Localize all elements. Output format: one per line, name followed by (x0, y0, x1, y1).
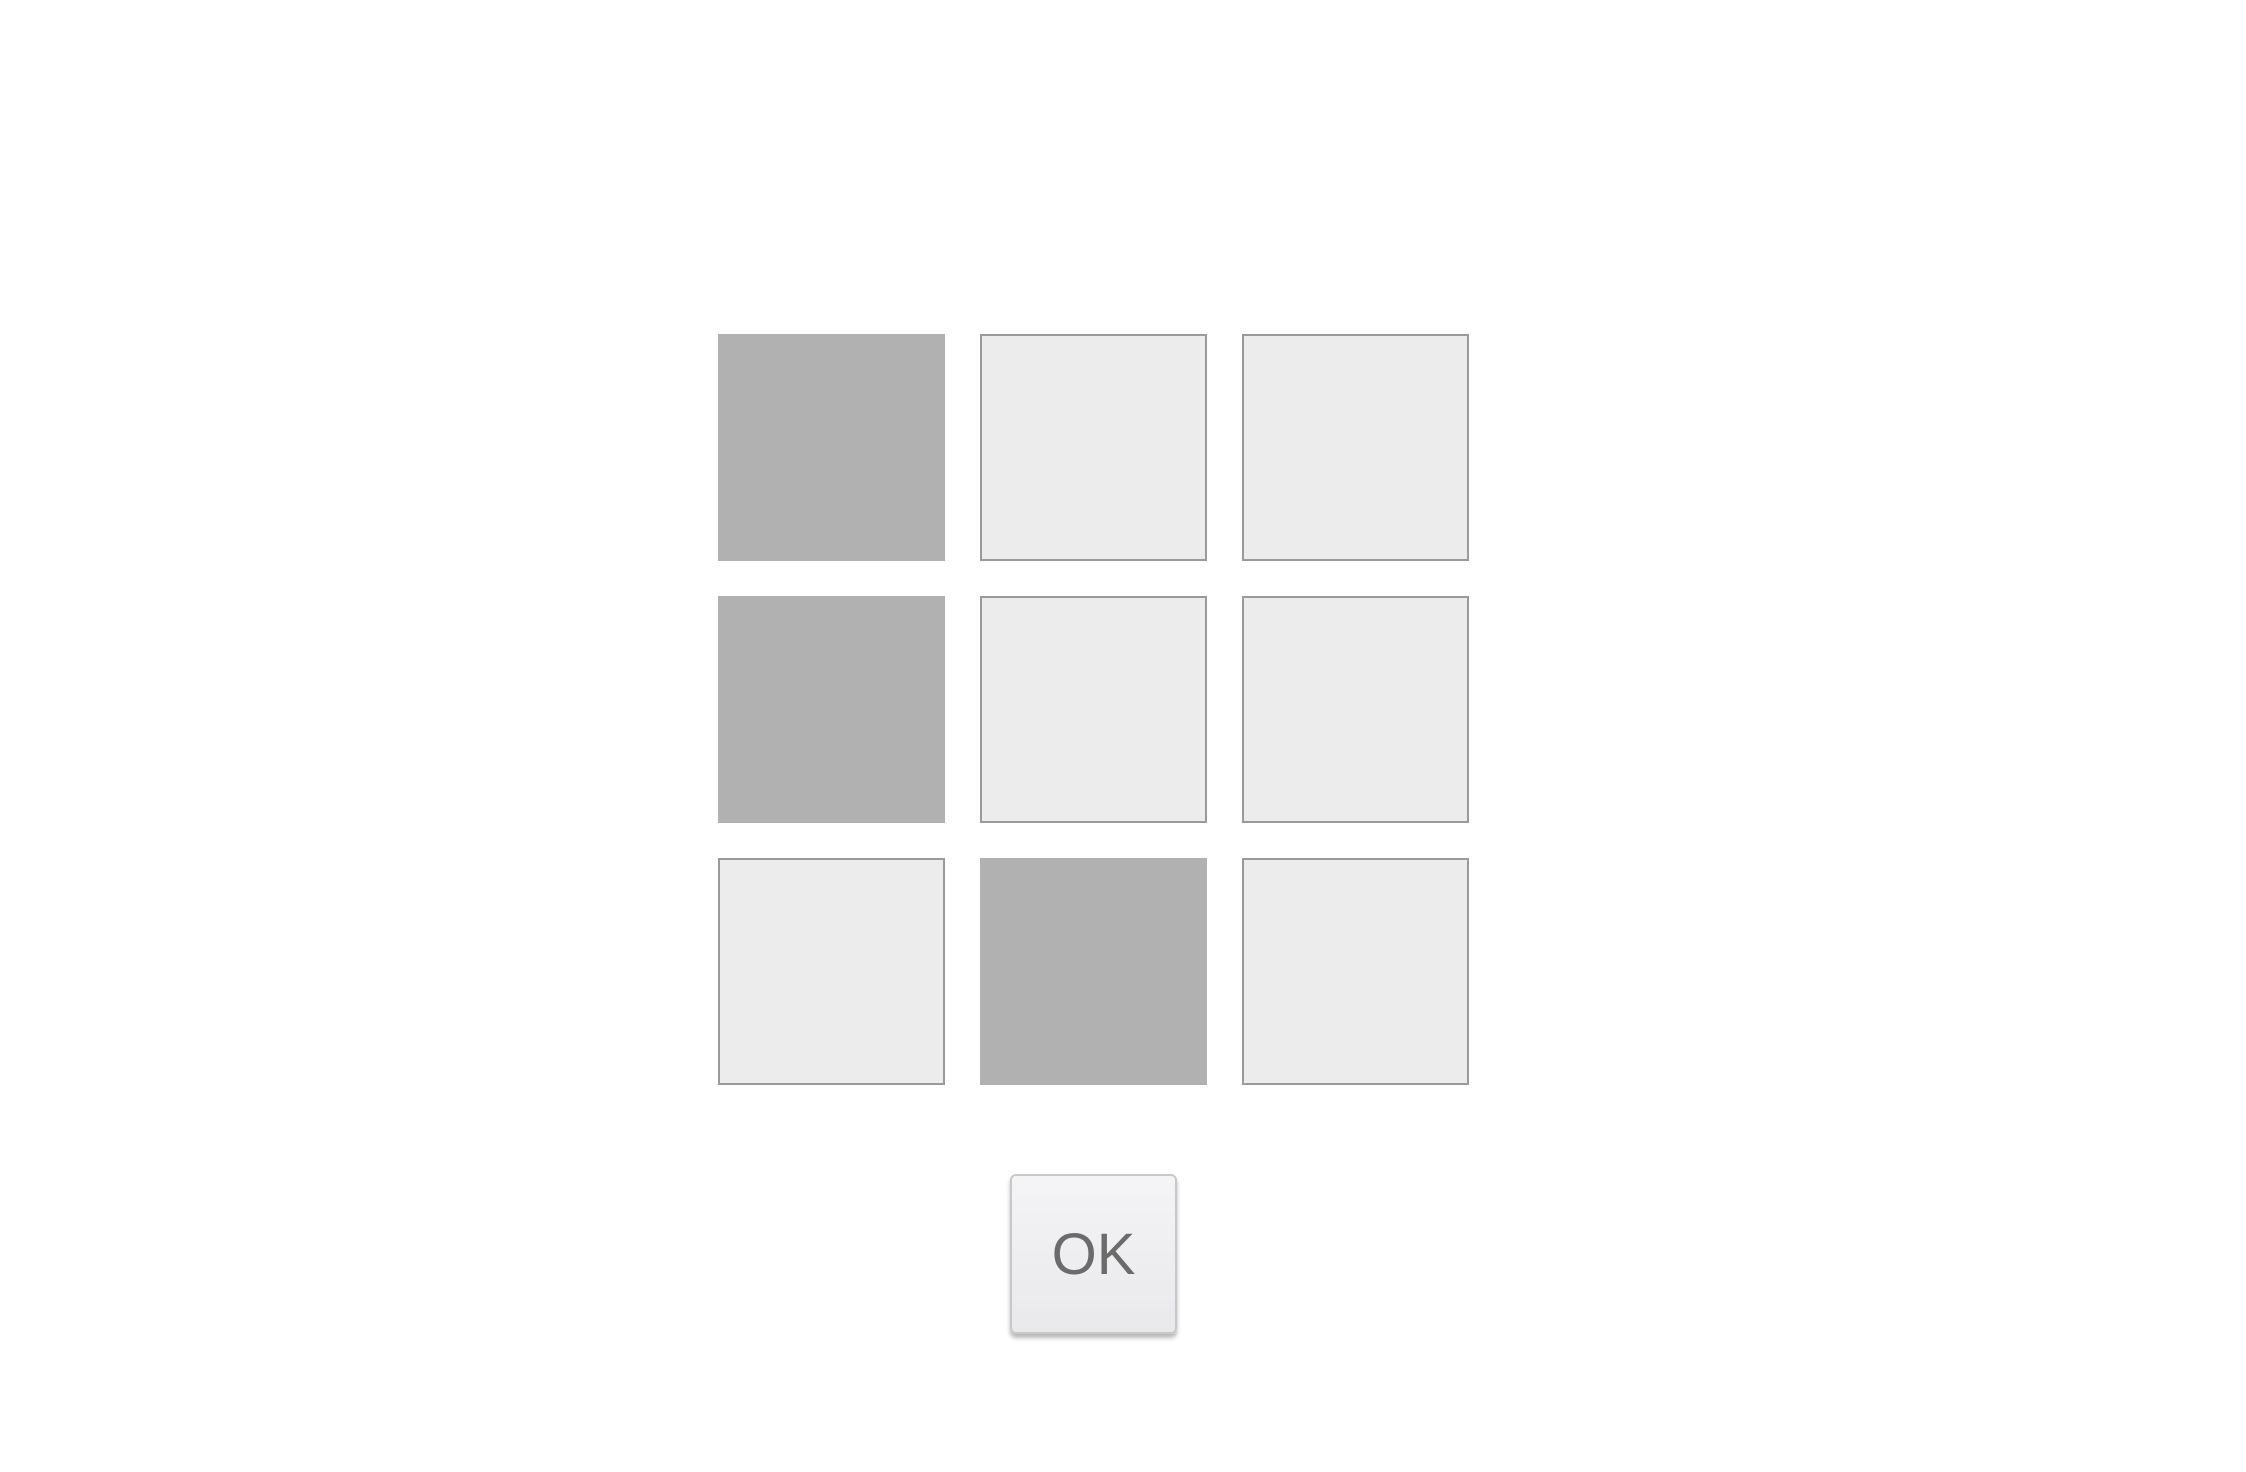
grid-cell-r1-c1[interactable] (718, 334, 945, 561)
grid-cell-r3-c2[interactable] (980, 858, 1207, 1085)
tile-grid (718, 334, 1470, 1086)
grid-cell-r2-c2[interactable] (980, 596, 1207, 823)
grid-cell-r3-c3[interactable] (1242, 858, 1469, 1085)
grid-cell-r3-c1[interactable] (718, 858, 945, 1085)
ok-button[interactable]: OK (1010, 1174, 1177, 1334)
grid-cell-r2-c1[interactable] (718, 596, 945, 823)
grid-cell-r1-c2[interactable] (980, 334, 1207, 561)
page-canvas: OK (0, 0, 2246, 1472)
grid-cell-r2-c3[interactable] (1242, 596, 1469, 823)
grid-cell-r1-c3[interactable] (1242, 334, 1469, 561)
